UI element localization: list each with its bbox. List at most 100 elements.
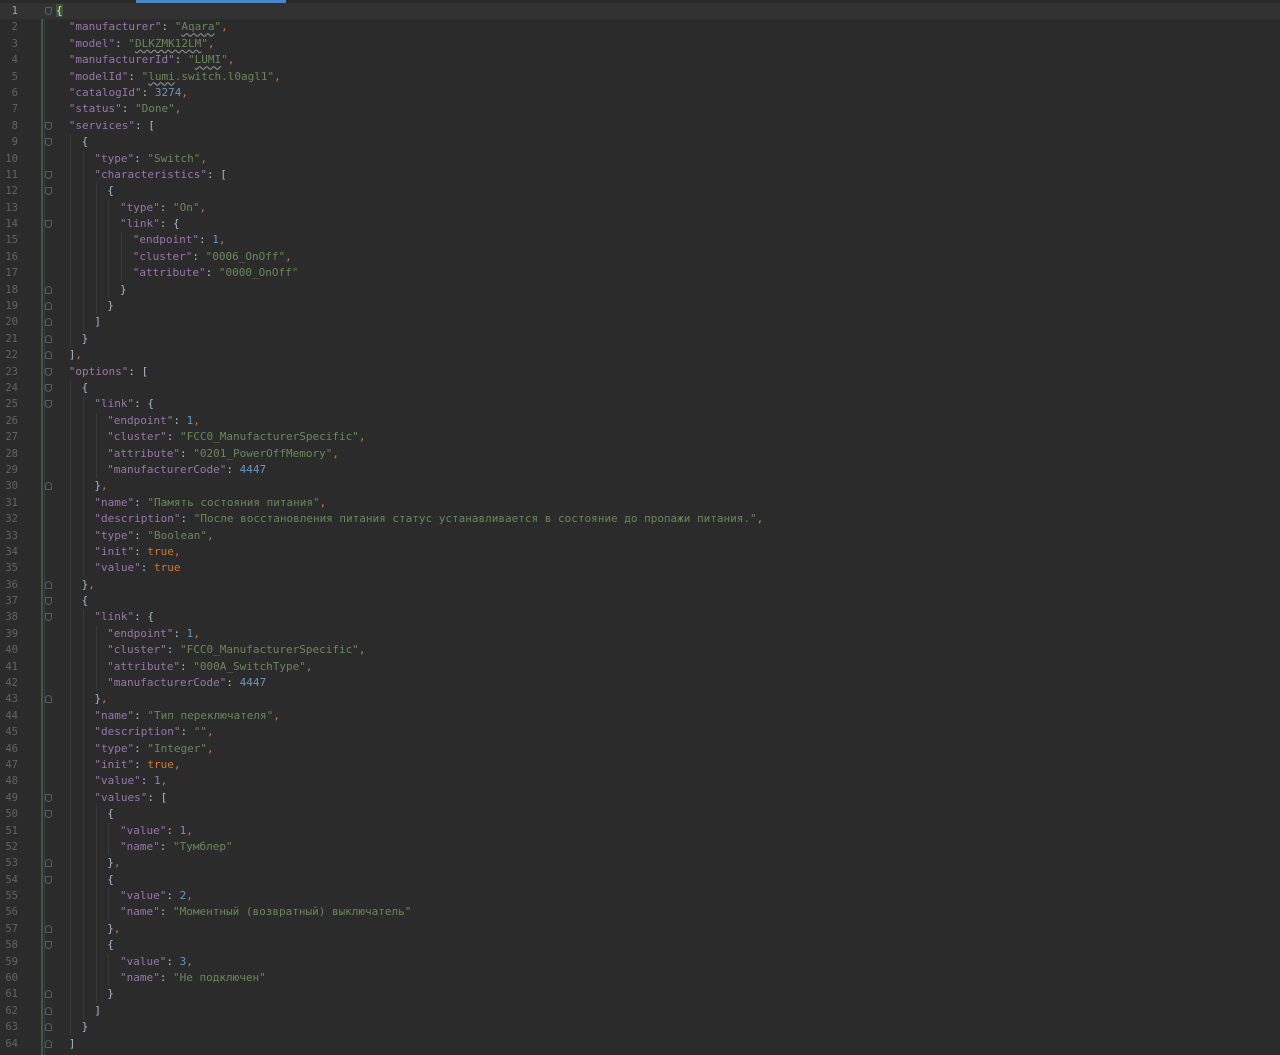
code-line[interactable]: 7 "status": "Done", xyxy=(0,101,1280,117)
fold-toggle-icon[interactable] xyxy=(45,187,52,196)
code-line[interactable]: 17 "attribute": "0000_OnOff" xyxy=(0,265,1280,282)
code-line[interactable]: 1{ xyxy=(0,3,1280,20)
code-line[interactable]: 36}, xyxy=(0,576,1280,594)
line-number[interactable]: 52 xyxy=(0,839,18,855)
line-number[interactable]: 4 xyxy=(0,52,18,68)
code-line[interactable]: 34 "init": true, xyxy=(0,543,1280,561)
line-number[interactable]: 62 xyxy=(0,1003,18,1019)
fold-end-icon[interactable] xyxy=(45,695,52,704)
code-editor[interactable]: 1{2 "manufacturer": "Aqara", 3 "model": "DL… xyxy=(0,3,1280,1055)
code-line[interactable]: 40 "cluster": "FCC0_ManufacturerSpecific"… xyxy=(0,642,1280,659)
line-number[interactable]: 37 xyxy=(0,593,18,609)
code-line[interactable]: 54 { xyxy=(0,871,1280,889)
code-line[interactable]: 32 "description": "После восстановления п… xyxy=(0,511,1280,528)
line-number[interactable]: 26 xyxy=(0,413,18,429)
fold-end-icon[interactable] xyxy=(45,990,52,999)
code-line[interactable]: 24 { xyxy=(0,379,1280,397)
code-line[interactable]: 46 "type": "Integer", xyxy=(0,740,1280,757)
code-line[interactable]: 15 "endpoint": 1, xyxy=(0,232,1280,249)
line-number[interactable]: 21 xyxy=(0,331,18,347)
fold-toggle-icon[interactable] xyxy=(45,121,52,130)
line-number[interactable]: 58 xyxy=(0,937,18,953)
line-number[interactable]: 24 xyxy=(0,380,18,396)
line-number[interactable]: 33 xyxy=(0,528,18,544)
line-number[interactable]: 30 xyxy=(0,478,18,494)
code-line[interactable]: 20] xyxy=(0,314,1280,331)
code-line[interactable]: 3 "model": "DLKZMK12LM", xyxy=(0,36,1280,52)
code-line[interactable]: 33 "type": "Boolean", xyxy=(0,527,1280,544)
line-number[interactable]: 6 xyxy=(0,85,18,101)
fold-end-icon[interactable] xyxy=(45,859,52,868)
fold-toggle-icon[interactable] xyxy=(45,400,52,409)
line-number[interactable]: 53 xyxy=(0,855,18,871)
line-number[interactable]: 16 xyxy=(0,249,18,265)
line-number[interactable]: 20 xyxy=(0,314,18,330)
line-number[interactable]: 40 xyxy=(0,642,18,658)
line-number[interactable]: 39 xyxy=(0,626,18,642)
fold-toggle-icon[interactable] xyxy=(45,875,52,884)
fold-toggle-icon[interactable] xyxy=(45,383,52,392)
code-line[interactable]: 6 "catalogId": 3274, xyxy=(0,85,1280,101)
code-line[interactable]: 4 "manufacturerId": "LUMI", xyxy=(0,52,1280,68)
line-number[interactable]: 8 xyxy=(0,118,18,134)
code-line[interactable]: 26 "endpoint": 1, xyxy=(0,412,1280,430)
fold-toggle-icon[interactable] xyxy=(45,941,52,950)
code-line[interactable]: 60 "name": "Не подключен" xyxy=(0,970,1280,987)
code-line[interactable]: 63} xyxy=(0,1019,1280,1036)
line-number[interactable]: 2 xyxy=(0,19,18,35)
line-number[interactable]: 61 xyxy=(0,986,18,1002)
code-line[interactable]: 44 "name": "Тип переключателя", xyxy=(0,707,1280,725)
line-number[interactable]: 9 xyxy=(0,134,18,150)
line-number[interactable]: 50 xyxy=(0,806,18,822)
line-number[interactable]: 36 xyxy=(0,577,18,593)
line-number[interactable]: 60 xyxy=(0,970,18,986)
fold-end-icon[interactable] xyxy=(45,285,52,294)
line-number[interactable]: 55 xyxy=(0,888,18,904)
line-number[interactable]: 23 xyxy=(0,364,18,380)
line-number[interactable]: 25 xyxy=(0,396,18,412)
line-number[interactable]: 57 xyxy=(0,921,18,937)
fold-end-icon[interactable] xyxy=(45,302,52,311)
line-number[interactable]: 12 xyxy=(0,183,18,199)
code-line[interactable]: 23 "options": [ xyxy=(0,364,1280,380)
line-number[interactable]: 27 xyxy=(0,429,18,445)
line-number[interactable]: 22 xyxy=(0,347,18,363)
line-number[interactable]: 59 xyxy=(0,954,18,970)
code-line[interactable]: 2 "manufacturer": "Aqara", xyxy=(0,19,1280,35)
line-number[interactable]: 64 xyxy=(0,1036,18,1052)
fold-toggle-icon[interactable] xyxy=(45,793,52,802)
code-line[interactable]: 29 "manufacturerCode": 4447 xyxy=(0,461,1280,479)
code-line[interactable]: 28 "attribute": "0201_PowerOffMemory", xyxy=(0,445,1280,462)
line-number[interactable]: 51 xyxy=(0,823,18,839)
line-number[interactable]: 44 xyxy=(0,708,18,724)
code-line[interactable]: 42 "manufacturerCode": 4447 xyxy=(0,675,1280,692)
line-number[interactable]: 1 xyxy=(0,3,18,19)
code-line[interactable]: 48 "value": 1, xyxy=(0,773,1280,790)
code-line[interactable]: 50 { xyxy=(0,806,1280,823)
fold-end-icon[interactable] xyxy=(45,318,52,327)
fold-end-icon[interactable] xyxy=(45,334,52,343)
line-number[interactable]: 7 xyxy=(0,101,18,117)
fold-toggle-icon[interactable] xyxy=(45,810,52,819)
line-number[interactable]: 43 xyxy=(0,691,18,707)
code-line[interactable]: 5 "modelId": "lumi.switch.l0agl1", xyxy=(0,69,1280,85)
code-line[interactable]: 62] xyxy=(0,1002,1280,1020)
code-line[interactable]: 35 "value": true xyxy=(0,560,1280,577)
code-line[interactable]: 56 "name": "Моментный (возвратный) выключ… xyxy=(0,904,1280,921)
code-line[interactable]: 10 "type": "Switch", xyxy=(0,150,1280,167)
code-line[interactable]: 57}, xyxy=(0,920,1280,938)
code-line[interactable]: 59 "value": 3, xyxy=(0,953,1280,971)
fold-end-icon[interactable] xyxy=(45,1039,52,1048)
code-line[interactable]: 58 { xyxy=(0,937,1280,954)
fold-end-icon[interactable] xyxy=(45,351,52,360)
line-number[interactable]: 14 xyxy=(0,216,18,232)
code-line[interactable]: 61} xyxy=(0,986,1280,1003)
code-line[interactable]: 14 "link": { xyxy=(0,216,1280,233)
fold-end-icon[interactable] xyxy=(45,482,52,491)
line-number[interactable]: 28 xyxy=(0,446,18,462)
fold-toggle-icon[interactable] xyxy=(45,597,52,606)
line-number[interactable]: 34 xyxy=(0,544,18,560)
code-line[interactable]: 39 "endpoint": 1, xyxy=(0,625,1280,643)
code-line[interactable]: 31 "name": "Память состояния питания", xyxy=(0,494,1280,512)
code-line[interactable]: 16 "cluster": "0006_OnOff", xyxy=(0,248,1280,266)
